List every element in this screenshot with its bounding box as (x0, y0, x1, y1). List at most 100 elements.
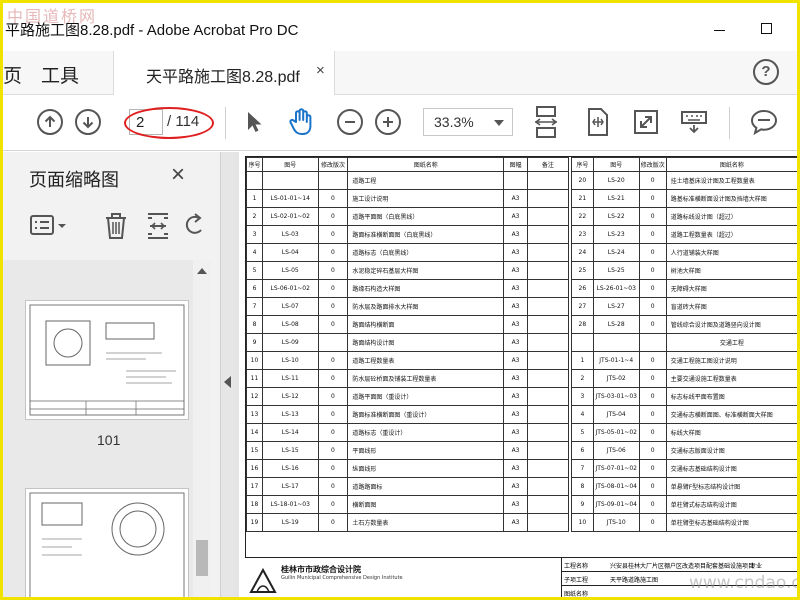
table-row: 15 LS-15 0 平面线形 A3 6 JTS-06 0 交通标志版面设计图 (246, 441, 797, 460)
full-screen-button[interactable] (631, 107, 661, 137)
table-cell: 0 (638, 243, 667, 262)
page-layout-button[interactable] (531, 106, 561, 138)
table-cell: 0 (317, 189, 349, 208)
table-cell: 0 (317, 459, 349, 478)
hand-tool-button[interactable] (286, 107, 316, 137)
minimize-button[interactable] (714, 30, 725, 31)
table-cell: 4 (246, 243, 263, 262)
table-cell: 道路工程 (347, 171, 505, 190)
zoom-in-button[interactable] (373, 107, 403, 137)
comment-button[interactable] (749, 107, 779, 137)
table-cell: 2 (570, 369, 594, 388)
delete-page-button[interactable] (103, 212, 131, 240)
table-cell: 图纸名称 (665, 157, 797, 172)
table-cell: JTS-01-1~4 (592, 351, 640, 370)
table-cell: 交通标志横断面图、标准横断面大样图 (665, 405, 797, 424)
table-cell: 1 (570, 351, 594, 370)
table-cell: 12 (246, 387, 263, 406)
table-cell: 交通标志基础结构设计图 (665, 459, 797, 478)
page-thumbnail[interactable] (25, 488, 189, 597)
chevron-down-icon (494, 120, 504, 126)
table-cell: 道路平面图（白底黑线） (347, 207, 505, 226)
table-cell (526, 369, 569, 388)
collapse-panel-handle[interactable] (221, 152, 235, 597)
previous-page-button[interactable] (35, 107, 65, 137)
table-cell: LS-08 (261, 315, 319, 334)
table-cell: 主要交通设施工程数量表 (665, 369, 797, 388)
table-cell: 0 (317, 225, 349, 244)
close-tab-icon[interactable]: × (316, 62, 325, 79)
table-cell: 0 (638, 351, 667, 370)
thumbnail-scrollbar[interactable] (193, 260, 211, 597)
table-cell: LS-07 (261, 297, 319, 316)
table-cell: LS-26-01~03 (592, 279, 640, 298)
document-view[interactable]: 序号 图号 修改版次 图纸名称 图幅 备注 序号 图号 修改版次 图纸名称 道路工程 20 LS-20 0… (235, 152, 797, 597)
table-cell (526, 459, 569, 478)
table-cell: 23 (570, 225, 594, 244)
table-cell: 6 (246, 279, 263, 298)
table-cell: LS-14 (261, 423, 319, 442)
table-cell: 0 (638, 441, 667, 460)
rotate-icon (185, 213, 202, 234)
close-panel-icon[interactable]: × (171, 163, 185, 187)
scroll-thumb[interactable] (196, 540, 208, 576)
company-logo (249, 567, 277, 593)
table-cell: 交通标志版面设计图 (665, 441, 797, 460)
table-cell: 20 (570, 171, 594, 190)
scroll-up-icon[interactable] (197, 268, 207, 274)
table-cell: 7 (246, 297, 263, 316)
next-page-button[interactable] (73, 107, 103, 137)
table-cell: LS-02-01~02 (261, 207, 319, 226)
table-cell: 17 (246, 477, 263, 496)
table-cell: 5 (570, 423, 594, 442)
page-layout-icon (534, 106, 558, 138)
drawing-page: 序号 图号 修改版次 图纸名称 图幅 备注 序号 图号 修改版次 图纸名称 道路工程 20 LS-20 0… (239, 152, 797, 597)
rotate-button[interactable] (183, 212, 211, 240)
table-cell: 0 (638, 513, 667, 532)
table-row: 12 LS-12 0 道路平面图（重设计） A3 3 JTS-03-01~03 0 标志标线平面… (246, 387, 797, 406)
project-label: 工程名称 (564, 563, 589, 570)
table-cell: 横断面图 (347, 495, 505, 514)
zoom-select[interactable]: 33.3% (423, 108, 513, 136)
table-cell (526, 315, 569, 334)
table-row: 11 LS-11 0 防水层砼桥面及铺装工程数量表 A3 2 JTS-02 0 主要交通设施工程… (246, 369, 797, 388)
site-watermark: www.cndao.com (689, 573, 800, 593)
thumbnail-list: 101 (3, 260, 203, 597)
page-thumbnails-panel: 页面缩略图 × 101 (3, 152, 221, 597)
table-cell: LS-09 (261, 333, 319, 352)
help-icon[interactable]: ? (753, 59, 779, 85)
table-cell: 7 (570, 459, 594, 478)
options-menu-button[interactable] (29, 212, 66, 240)
drawing-index-table: 序号 图号 修改版次 图纸名称 图幅 备注 序号 图号 修改版次 图纸名称 道路工程 20 LS-20 0… (246, 157, 797, 532)
tab-tools[interactable]: 工具 (41, 61, 79, 88)
table-cell: 施工设计说明 (347, 189, 505, 208)
extract-page-button[interactable] (145, 212, 173, 240)
company-name: 桂林市市政综合设计院 (281, 565, 361, 574)
table-row: 18 LS-18-01~03 0 横断面图 A3 9 JTS-09-01~04 0 单柱臂式标志… (246, 495, 797, 514)
rotate-page-button[interactable] (583, 107, 613, 137)
table-cell: 21 (570, 189, 594, 208)
zoom-out-button[interactable] (335, 107, 365, 137)
table-cell (317, 171, 349, 190)
table-cell (526, 513, 569, 532)
keyboard-button[interactable] (679, 107, 709, 137)
page-thumbnail[interactable] (25, 300, 189, 420)
table-cell: LS-12 (261, 387, 319, 406)
table-cell: 盲道砖大样图 (665, 297, 797, 316)
table-cell: 道路路面标 (347, 477, 505, 496)
table-cell: 0 (317, 495, 349, 514)
table-cell: 序号 (246, 157, 263, 172)
tab-document[interactable]: 天平路施工图8.28.pdf × (113, 51, 335, 95)
table-cell: 26 (570, 279, 594, 298)
table-cell: 道路标线设计图（超过） (665, 207, 797, 226)
table-cell: 树池大样图 (665, 261, 797, 280)
table-cell: 0 (638, 369, 667, 388)
maximize-button[interactable] (761, 23, 772, 34)
table-cell: 15 (246, 441, 263, 460)
table-cell: LS-22 (592, 207, 640, 226)
tab-home[interactable]: 页 (3, 61, 22, 88)
table-cell: 25 (570, 261, 594, 280)
table-cell: 路面结构设计图 (347, 333, 505, 352)
select-tool-button[interactable] (239, 107, 269, 137)
table-cell: 无障碍大样图 (665, 279, 797, 298)
